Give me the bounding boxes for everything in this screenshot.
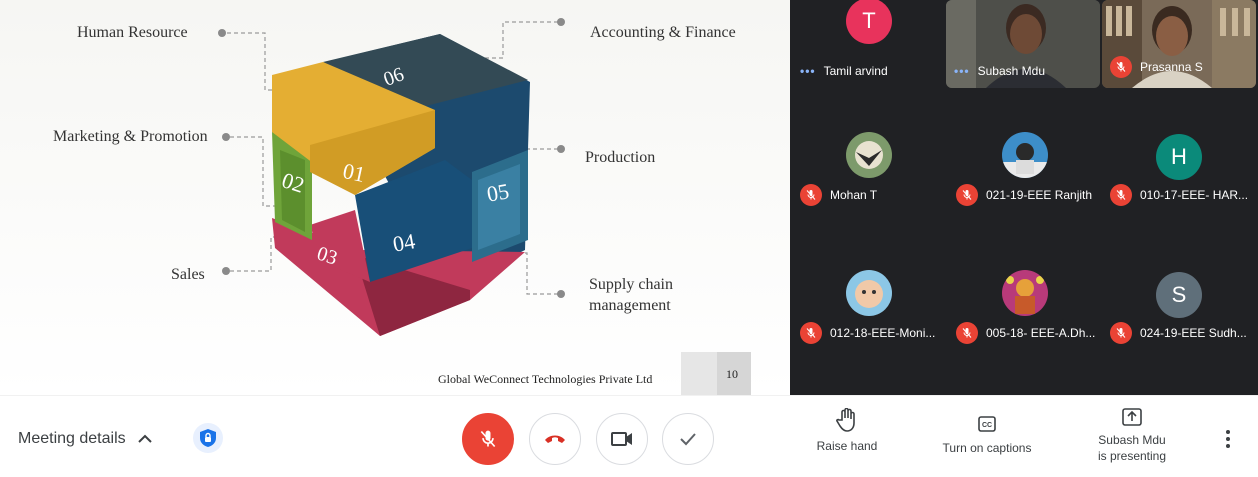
slide-page-number: 10 [726, 367, 738, 381]
avatar: S [1156, 272, 1202, 318]
page-number-box [681, 352, 751, 395]
mic-off-icon [1110, 322, 1132, 344]
mic-off-icon [1110, 184, 1132, 206]
participant-tile[interactable]: Mohan T [792, 128, 946, 216]
participant-name: 012-18-EEE-Moni... [800, 322, 935, 344]
mic-off-icon [956, 322, 978, 344]
cube-diagram [218, 18, 565, 336]
mic-off-icon [480, 430, 496, 448]
mic-off-icon [956, 184, 978, 206]
raise-hand-label: Raise hand [816, 439, 878, 453]
bottom-toolbar: Meeting details Raise hand CC Turn on ca… [0, 395, 1258, 477]
label-sales: Sales [171, 266, 205, 283]
avatar [846, 270, 892, 316]
mic-off-icon [800, 184, 822, 206]
cube-number-05: 05 [484, 178, 511, 207]
participant-tile[interactable]: 012-18-EEE-Moni... [792, 266, 946, 354]
label-accounting-finance: Accounting & Finance [590, 24, 736, 41]
label-supply-chain-line2: management [589, 297, 671, 314]
captions-button[interactable]: CC Turn on captions [932, 408, 1042, 456]
raise-hand-button[interactable]: Raise hand [808, 408, 886, 454]
avatar [1002, 132, 1048, 178]
meeting-details-button[interactable]: Meeting details [18, 430, 152, 448]
participant-tile[interactable]: S 024-19-EEE Sudh... [1102, 266, 1256, 354]
speaking-indicator-icon: ••• [800, 64, 816, 78]
label-production: Production [585, 149, 656, 166]
participant-tile[interactable]: 005-18- EEE-A.Dh... [948, 266, 1102, 354]
participant-grid: T ••• Tamil arvind ••• Subash Mdu Prasanna… [790, 0, 1258, 395]
camera-icon [611, 432, 632, 446]
camera-toggle-button[interactable] [596, 413, 648, 465]
confirm-button[interactable] [662, 413, 714, 465]
present-icon [1122, 408, 1142, 426]
label-supply-chain-line1: Supply chain [589, 276, 673, 293]
participant-tile[interactable]: T ••• Tamil arvind [792, 0, 946, 88]
presenting-status: is presenting [1097, 449, 1167, 463]
captions-label: Turn on captions [942, 441, 1032, 455]
participant-name: 024-19-EEE Sudh... [1110, 322, 1247, 344]
mic-off-icon [1110, 56, 1132, 78]
participant-name: 010-17-EEE- HAR... [1110, 184, 1248, 206]
hand-icon [836, 408, 855, 432]
participant-name: 021-19-EEE Ranjith [956, 184, 1092, 206]
leave-call-button[interactable] [529, 413, 581, 465]
participant-name: ••• Tamil arvind [800, 64, 888, 78]
slide-footer: Global WeConnect Technologies Private Lt… [438, 372, 653, 386]
svg-text:CC: CC [982, 422, 992, 429]
presenter-name: Subash Mdu [1098, 433, 1166, 447]
participant-tile[interactable]: Prasanna S [1102, 0, 1256, 88]
mic-off-icon [800, 322, 822, 344]
avatar: T [846, 0, 892, 44]
check-icon [680, 433, 696, 446]
avatar: H [1156, 134, 1202, 180]
hang-up-icon [545, 435, 565, 443]
label-human-resource: Human Resource [77, 24, 188, 41]
participant-name: 005-18- EEE-A.Dh... [956, 322, 1095, 344]
avatar [846, 132, 892, 178]
chevron-up-icon [137, 434, 152, 443]
participant-tile[interactable]: ••• Subash Mdu [946, 0, 1100, 88]
meeting-details-label: Meeting details [18, 430, 126, 447]
participant-tile[interactable]: 021-19-EEE Ranjith [948, 128, 1102, 216]
shield-lock-icon[interactable] [193, 423, 223, 453]
label-marketing-promotion: Marketing & Promotion [53, 128, 208, 145]
cube-number-04: 04 [390, 228, 417, 257]
presenting-button[interactable]: Subash Mdu is presenting [1084, 408, 1180, 464]
mic-toggle-button[interactable] [462, 413, 514, 465]
participant-tile[interactable]: H 010-17-EEE- HAR... [1102, 128, 1256, 216]
avatar [1002, 270, 1048, 316]
speaking-indicator-icon: ••• [954, 64, 970, 78]
participant-name: Prasanna S [1110, 56, 1203, 78]
participant-name: Mohan T [800, 184, 877, 206]
participant-name: ••• Subash Mdu [954, 64, 1045, 78]
presentation-slide: Human Resource Accounting & Finance Mark… [0, 0, 790, 395]
cc-icon: CC [978, 416, 996, 432]
more-vert-icon[interactable] [1218, 424, 1238, 454]
